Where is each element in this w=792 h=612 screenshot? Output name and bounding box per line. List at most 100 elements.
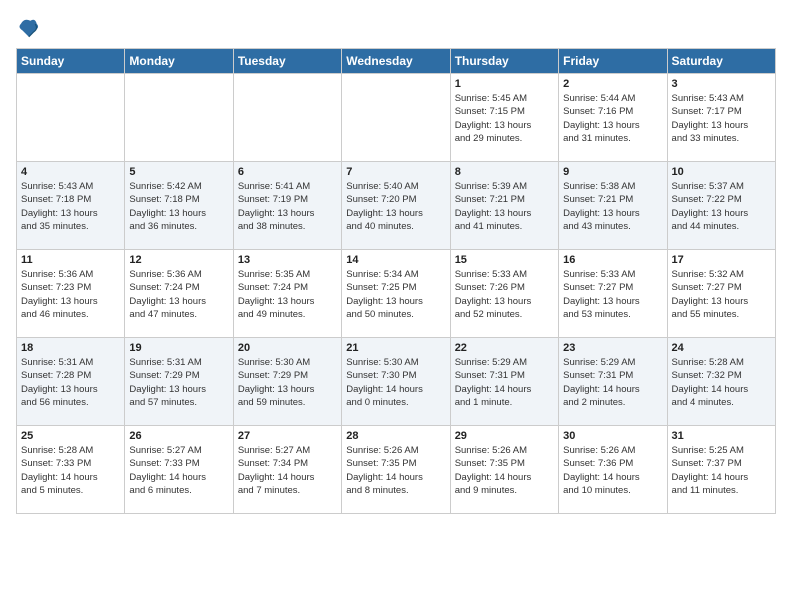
calendar-cell	[17, 74, 125, 162]
calendar-cell: 2Sunrise: 5:44 AM Sunset: 7:16 PM Daylig…	[559, 74, 667, 162]
calendar-cell: 14Sunrise: 5:34 AM Sunset: 7:25 PM Dayli…	[342, 250, 450, 338]
calendar-cell: 24Sunrise: 5:28 AM Sunset: 7:32 PM Dayli…	[667, 338, 775, 426]
calendar-cell: 29 Sunrise: 5:26 AM Sunset: 7:35 PM Dayli…	[450, 426, 558, 514]
header-row: SundayMondayTuesdayWednesdayThursdayFrid…	[17, 49, 776, 74]
day-number: 13	[238, 254, 337, 266]
day-number: 29	[455, 430, 554, 442]
day-number: 17	[672, 254, 771, 266]
calendar-cell: 11 Sunrise: 5:36 AM Sunset: 7:23 PM Dayli…	[17, 250, 125, 338]
calendar-cell: 9 Sunrise: 5:38 AM Sunset: 7:21 PM Daylig…	[559, 162, 667, 250]
calendar-cell	[342, 74, 450, 162]
logo	[16, 16, 44, 40]
day-info: Sunrise: 5:43 AM Sunset: 7:17 PM Dayligh…	[672, 92, 771, 145]
day-info: Sunrise: 5:41 AM Sunset: 7:19 PM Dayligh…	[238, 180, 337, 233]
day-info: Sunrise: 5:38 AM Sunset: 7:21 PM Dayligh…	[563, 180, 662, 233]
day-info: Sunrise: 5:26 AM Sunset: 7:35 PM Dayligh…	[455, 444, 554, 497]
day-header-wednesday: Wednesday	[342, 49, 450, 74]
calendar-cell	[125, 74, 233, 162]
calendar-cell: 25 Sunrise: 5:28 AM Sunset: 7:33 PM Dayli…	[17, 426, 125, 514]
calendar-cell: 20Sunrise: 5:30 AM Sunset: 7:29 PM Dayli…	[233, 338, 341, 426]
day-header-saturday: Saturday	[667, 49, 775, 74]
calendar-cell: 27 Sunrise: 5:27 AM Sunset: 7:34 PM Dayli…	[233, 426, 341, 514]
day-number: 22	[455, 342, 554, 354]
day-info: Sunrise: 5:28 AM Sunset: 7:33 PM Dayligh…	[21, 444, 120, 497]
day-info: Sunrise: 5:37 AM Sunset: 7:22 PM Dayligh…	[672, 180, 771, 233]
day-info: Sunrise: 5:45 AM Sunset: 7:15 PM Dayligh…	[455, 92, 554, 145]
calendar-cell: 13 Sunrise: 5:35 AM Sunset: 7:24 PM Dayli…	[233, 250, 341, 338]
calendar-cell: 8 Sunrise: 5:39 AM Sunset: 7:21 PM Daylig…	[450, 162, 558, 250]
day-number: 25	[21, 430, 120, 442]
day-info: Sunrise: 5:31 AM Sunset: 7:28 PM Dayligh…	[21, 356, 120, 409]
calendar-cell: 26Sunrise: 5:27 AM Sunset: 7:33 PM Dayli…	[125, 426, 233, 514]
calendar-cell: 19Sunrise: 5:31 AM Sunset: 7:29 PM Dayli…	[125, 338, 233, 426]
day-info: Sunrise: 5:43 AM Sunset: 7:18 PM Dayligh…	[21, 180, 120, 233]
calendar-cell: 3 Sunrise: 5:43 AM Sunset: 7:17 PM Daylig…	[667, 74, 775, 162]
page-header	[16, 16, 776, 40]
day-info: Sunrise: 5:39 AM Sunset: 7:21 PM Dayligh…	[455, 180, 554, 233]
day-info: Sunrise: 5:42 AM Sunset: 7:18 PM Dayligh…	[129, 180, 228, 233]
calendar-table: SundayMondayTuesdayWednesdayThursdayFrid…	[16, 48, 776, 514]
day-number: 21	[346, 342, 445, 354]
week-row-4: 18Sunrise: 5:31 AM Sunset: 7:28 PM Dayli…	[17, 338, 776, 426]
day-number: 31	[672, 430, 771, 442]
day-info: Sunrise: 5:33 AM Sunset: 7:26 PM Dayligh…	[455, 268, 554, 321]
day-number: 1	[455, 78, 554, 90]
day-number: 11	[21, 254, 120, 266]
day-header-sunday: Sunday	[17, 49, 125, 74]
day-header-tuesday: Tuesday	[233, 49, 341, 74]
day-info: Sunrise: 5:29 AM Sunset: 7:31 PM Dayligh…	[563, 356, 662, 409]
day-info: Sunrise: 5:44 AM Sunset: 7:16 PM Dayligh…	[563, 92, 662, 145]
calendar-cell: 23 Sunrise: 5:29 AM Sunset: 7:31 PM Dayli…	[559, 338, 667, 426]
day-number: 3	[672, 78, 771, 90]
day-number: 4	[21, 166, 120, 178]
day-number: 27	[238, 430, 337, 442]
day-info: Sunrise: 5:27 AM Sunset: 7:34 PM Dayligh…	[238, 444, 337, 497]
day-info: Sunrise: 5:32 AM Sunset: 7:27 PM Dayligh…	[672, 268, 771, 321]
week-row-1: 1 Sunrise: 5:45 AM Sunset: 7:15 PM Daylig…	[17, 74, 776, 162]
day-number: 9	[563, 166, 662, 178]
day-number: 16	[563, 254, 662, 266]
logo-icon	[16, 16, 40, 40]
week-row-5: 25 Sunrise: 5:28 AM Sunset: 7:33 PM Dayli…	[17, 426, 776, 514]
calendar-cell: 6 Sunrise: 5:41 AM Sunset: 7:19 PM Daylig…	[233, 162, 341, 250]
calendar-cell: 10Sunrise: 5:37 AM Sunset: 7:22 PM Dayli…	[667, 162, 775, 250]
day-info: Sunrise: 5:25 AM Sunset: 7:37 PM Dayligh…	[672, 444, 771, 497]
calendar-cell: 4 Sunrise: 5:43 AM Sunset: 7:18 PM Daylig…	[17, 162, 125, 250]
day-info: Sunrise: 5:35 AM Sunset: 7:24 PM Dayligh…	[238, 268, 337, 321]
day-number: 28	[346, 430, 445, 442]
day-number: 14	[346, 254, 445, 266]
calendar-cell: 31 Sunrise: 5:25 AM Sunset: 7:37 PM Dayli…	[667, 426, 775, 514]
calendar-cell: 21Sunrise: 5:30 AM Sunset: 7:30 PM Dayli…	[342, 338, 450, 426]
day-info: Sunrise: 5:36 AM Sunset: 7:23 PM Dayligh…	[21, 268, 120, 321]
calendar-cell: 17 Sunrise: 5:32 AM Sunset: 7:27 PM Dayli…	[667, 250, 775, 338]
calendar-cell: 12Sunrise: 5:36 AM Sunset: 7:24 PM Dayli…	[125, 250, 233, 338]
week-row-3: 11 Sunrise: 5:36 AM Sunset: 7:23 PM Dayli…	[17, 250, 776, 338]
day-number: 23	[563, 342, 662, 354]
calendar-cell	[233, 74, 341, 162]
day-info: Sunrise: 5:40 AM Sunset: 7:20 PM Dayligh…	[346, 180, 445, 233]
day-number: 12	[129, 254, 228, 266]
day-info: Sunrise: 5:29 AM Sunset: 7:31 PM Dayligh…	[455, 356, 554, 409]
day-info: Sunrise: 5:26 AM Sunset: 7:35 PM Dayligh…	[346, 444, 445, 497]
day-number: 26	[129, 430, 228, 442]
calendar-cell: 16 Sunrise: 5:33 AM Sunset: 7:27 PM Dayli…	[559, 250, 667, 338]
calendar-cell: 30Sunrise: 5:26 AM Sunset: 7:36 PM Dayli…	[559, 426, 667, 514]
day-number: 8	[455, 166, 554, 178]
calendar-cell: 1 Sunrise: 5:45 AM Sunset: 7:15 PM Daylig…	[450, 74, 558, 162]
day-header-thursday: Thursday	[450, 49, 558, 74]
day-number: 15	[455, 254, 554, 266]
day-number: 5	[129, 166, 228, 178]
day-number: 19	[129, 342, 228, 354]
day-number: 6	[238, 166, 337, 178]
calendar-cell: 18Sunrise: 5:31 AM Sunset: 7:28 PM Dayli…	[17, 338, 125, 426]
day-info: Sunrise: 5:33 AM Sunset: 7:27 PM Dayligh…	[563, 268, 662, 321]
day-number: 20	[238, 342, 337, 354]
day-header-monday: Monday	[125, 49, 233, 74]
calendar-cell: 28 Sunrise: 5:26 AM Sunset: 7:35 PM Dayli…	[342, 426, 450, 514]
day-info: Sunrise: 5:28 AM Sunset: 7:32 PM Dayligh…	[672, 356, 771, 409]
calendar-cell: 22 Sunrise: 5:29 AM Sunset: 7:31 PM Dayli…	[450, 338, 558, 426]
day-header-friday: Friday	[559, 49, 667, 74]
day-info: Sunrise: 5:26 AM Sunset: 7:36 PM Dayligh…	[563, 444, 662, 497]
calendar-cell: 15 Sunrise: 5:33 AM Sunset: 7:26 PM Dayli…	[450, 250, 558, 338]
calendar-cell: 7Sunrise: 5:40 AM Sunset: 7:20 PM Daylig…	[342, 162, 450, 250]
